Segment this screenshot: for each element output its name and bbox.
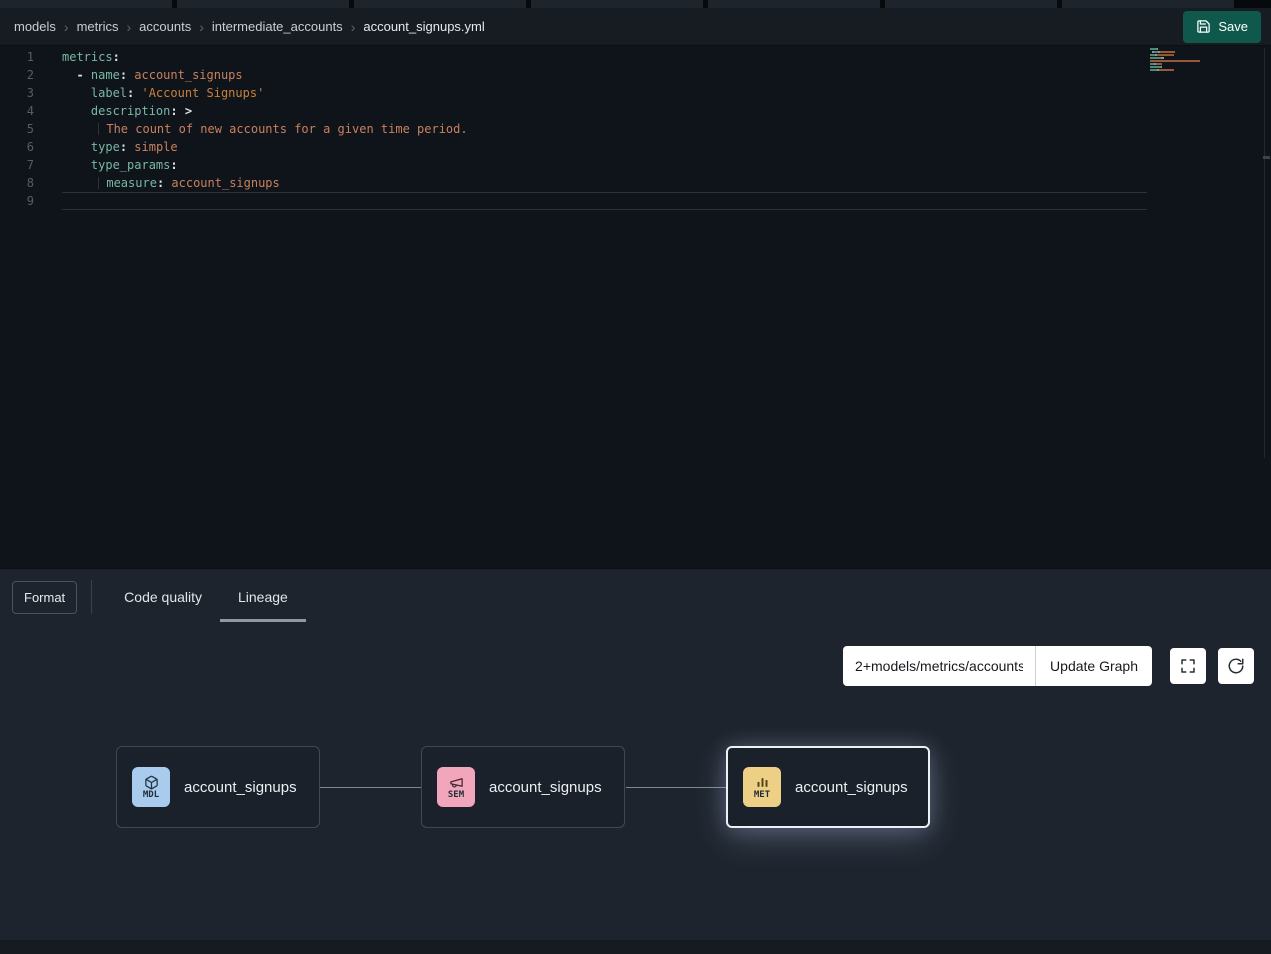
- editor-line: 7 type_params:: [0, 156, 1271, 174]
- top-tab: [708, 0, 880, 8]
- top-tab: [0, 0, 172, 8]
- divider: [91, 580, 92, 614]
- editor-line: 8 measure: account_signups: [0, 174, 1271, 192]
- minimap[interactable]: [1150, 48, 1210, 75]
- top-tab: [1062, 0, 1234, 8]
- lineage-canvas: MDL account_signups SEM account_signups MET a…: [0, 569, 1271, 954]
- line-number: 8: [0, 174, 34, 192]
- top-tab-strip: [0, 0, 1271, 8]
- line-number: 2: [0, 66, 34, 84]
- panel-tab-list: Code qualityLineage: [106, 569, 306, 625]
- scrollbar-mark: [1263, 156, 1270, 159]
- top-tab: [354, 0, 526, 8]
- node-label: account_signups: [795, 779, 908, 796]
- breadcrumb: models › metrics › accounts › intermediate_acc…: [14, 19, 1183, 35]
- line-number: 5: [0, 120, 34, 138]
- code-line: The count of new accounts for a given ti…: [62, 120, 1147, 138]
- editor-line: 3 label: 'Account Signups': [0, 84, 1271, 102]
- code-line: label: 'Account Signups': [62, 84, 1147, 102]
- editor-line: 5 The count of new accounts for a given …: [0, 120, 1271, 138]
- breadcrumb-item[interactable]: intermediate_accounts: [212, 19, 343, 34]
- lineage-edge: [320, 787, 421, 788]
- node-label: account_signups: [489, 779, 602, 796]
- lineage-controls: Update Graph: [843, 646, 1254, 686]
- top-tab: [531, 0, 703, 8]
- code-line: - name: account_signups: [62, 66, 1147, 84]
- editor-lines: 1metrics:2 - name: account_signups3 labe…: [0, 48, 1271, 210]
- editor-line: 4 description: >: [0, 102, 1271, 120]
- code-line: type_params:: [62, 156, 1147, 174]
- scrollbar-track[interactable]: [1264, 48, 1265, 458]
- save-icon: [1196, 19, 1211, 34]
- fullscreen-icon: [1179, 657, 1197, 675]
- save-button[interactable]: Save: [1183, 11, 1261, 43]
- code-line: [62, 192, 1147, 210]
- fullscreen-button[interactable]: [1170, 648, 1206, 684]
- line-number: 4: [0, 102, 34, 120]
- node-type-badge: SEM: [448, 790, 464, 800]
- line-number: 1: [0, 48, 34, 66]
- line-number: 7: [0, 156, 34, 174]
- node-type-badge: MET: [754, 790, 770, 800]
- lineage-node-mdl[interactable]: MDL account_signups: [116, 746, 320, 828]
- status-strip: [0, 940, 1271, 954]
- save-button-label: Save: [1218, 19, 1248, 34]
- lineage-edge: [626, 787, 726, 788]
- line-number: 9: [0, 192, 34, 210]
- line-number: 6: [0, 138, 34, 156]
- code-editor[interactable]: 1metrics:2 - name: account_signups3 labe…: [0, 46, 1271, 568]
- chevron-right-icon: ›: [351, 19, 356, 35]
- bar-chart-icon: MET: [743, 767, 781, 807]
- lineage-selector-group: Update Graph: [843, 646, 1152, 686]
- chevron-right-icon: ›: [199, 19, 204, 35]
- chevron-right-icon: ›: [126, 19, 131, 35]
- top-tab: [177, 0, 349, 8]
- cube-icon: MDL: [132, 767, 170, 807]
- breadcrumb-item[interactable]: accounts: [139, 19, 191, 34]
- editor-line: 9: [0, 192, 1271, 210]
- code-line: metrics:: [62, 48, 1147, 66]
- node-label: account_signups: [184, 779, 297, 796]
- top-tab: [885, 0, 1057, 8]
- format-button[interactable]: Format: [12, 581, 77, 614]
- megaphone-icon: SEM: [437, 767, 475, 807]
- code-line: measure: account_signups: [62, 174, 1147, 192]
- chevron-right-icon: ›: [64, 19, 69, 35]
- editor-line: 1 metrics:: [0, 48, 1271, 66]
- panel-tab-row: Format Code qualityLineage: [0, 569, 1271, 625]
- tab-lineage[interactable]: Lineage: [220, 569, 306, 625]
- code-line: type: simple: [62, 138, 1147, 156]
- refresh-icon: [1227, 657, 1245, 675]
- breadcrumb-bar: models › metrics › accounts › intermediate_acc…: [0, 8, 1271, 46]
- breadcrumb-item[interactable]: account_signups.yml: [363, 19, 484, 34]
- lineage-selector-input[interactable]: [843, 646, 1035, 686]
- lineage-node-sem[interactable]: SEM account_signups: [421, 746, 625, 828]
- node-type-badge: MDL: [143, 790, 159, 800]
- tab-code-quality[interactable]: Code quality: [106, 569, 220, 625]
- editor-line: 6 type: simple: [0, 138, 1271, 156]
- line-number: 3: [0, 84, 34, 102]
- update-graph-button[interactable]: Update Graph: [1035, 646, 1152, 686]
- breadcrumb-item[interactable]: metrics: [77, 19, 119, 34]
- editor-line: 2 - name: account_signups: [0, 66, 1271, 84]
- bottom-panel: Format Code qualityLineage Update Graph …: [0, 568, 1271, 954]
- breadcrumb-item[interactable]: models: [14, 19, 56, 34]
- lineage-node-met[interactable]: MET account_signups: [726, 746, 930, 828]
- code-line: description: >: [62, 102, 1147, 120]
- refresh-button[interactable]: [1218, 648, 1254, 684]
